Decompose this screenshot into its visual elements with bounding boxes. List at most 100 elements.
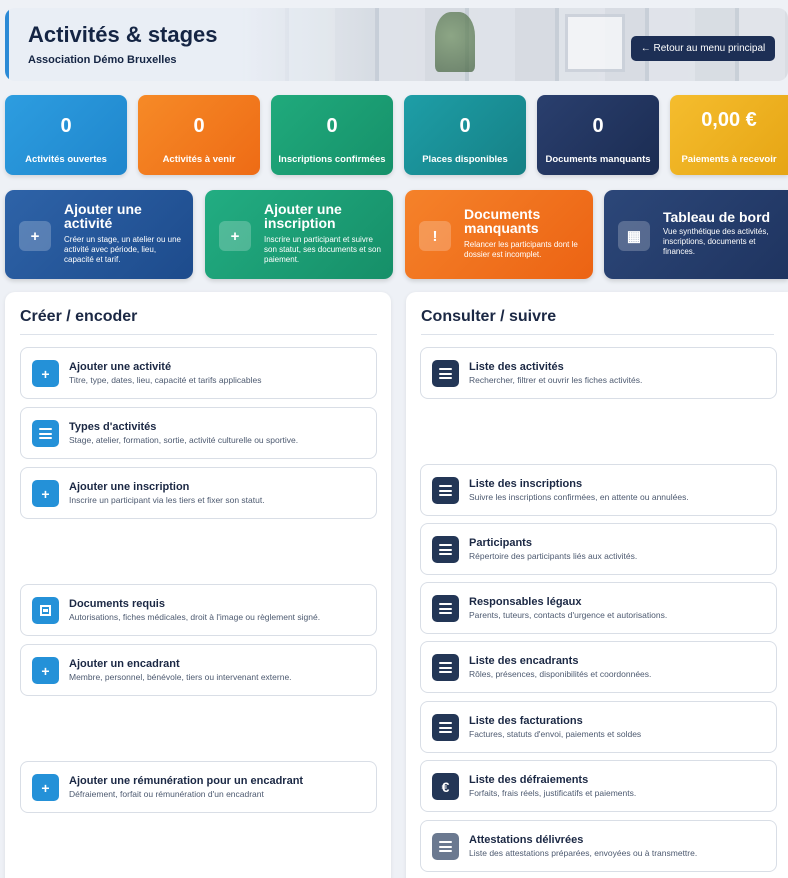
item-description: Parents, tuteurs, contacts d'urgence et …: [469, 610, 668, 620]
consult-item-certificates[interactable]: Attestations délivrées Liste des attesta…: [420, 820, 777, 872]
item-description: Factures, statuts d'envoi, paiements et …: [469, 729, 642, 739]
consult-item-legal-guardians[interactable]: Responsables légaux Parents, tuteurs, co…: [420, 582, 777, 634]
divider: [421, 334, 774, 335]
item-description: Rôles, présences, disponibilités et coor…: [469, 669, 652, 679]
item-title: Liste des encadrants: [469, 655, 579, 667]
item-description: Liste des attestations préparées, envoyé…: [469, 848, 698, 858]
stat-label: Paiements à recevoir: [681, 154, 777, 165]
item-title: Attestations délivrées: [469, 834, 584, 846]
item-title: Liste des facturations: [469, 715, 583, 727]
create-item-activity-types[interactable]: Types d'activités Stage, atelier, format…: [20, 407, 377, 459]
stat-inscriptions-confirmees: 0 Inscriptions confirmées: [271, 95, 393, 175]
header-window-image: [565, 14, 625, 72]
stat-label: Activités ouvertes: [25, 154, 107, 165]
stat-value: 0: [326, 115, 338, 137]
divider: [20, 334, 377, 335]
action-title: Tableau de bord: [663, 209, 771, 225]
consult-panel-heading: Consulter / suivre: [421, 308, 557, 325]
item-title: Participants: [469, 537, 532, 549]
stat-value: 0,00 €: [701, 109, 757, 131]
stat-value: 0: [193, 115, 205, 137]
stat-activites-a-venir: 0 Activités à venir: [138, 95, 260, 175]
create-item-add-activity[interactable]: + Ajouter une activité Titre, type, date…: [20, 347, 377, 399]
create-item-add-supervisor[interactable]: + Ajouter un encadrant Membre, personnel…: [20, 644, 377, 696]
item-description: Suivre les inscriptions confirmées, en a…: [469, 492, 689, 502]
item-description: Répertoire des participants liés aux act…: [469, 551, 638, 561]
action-title: Ajouter une activité: [64, 201, 142, 231]
consult-panel: Consulter / suivre Liste des activités R…: [406, 292, 788, 878]
action-add-registration[interactable]: + Ajouter une inscription Inscrire un pa…: [205, 190, 393, 279]
consult-item-registrations[interactable]: Liste des inscriptions Suivre les inscri…: [420, 464, 777, 516]
plus-icon: +: [19, 221, 51, 251]
consult-item-invoices[interactable]: Liste des facturations Factures, statuts…: [420, 701, 777, 753]
consult-item-expenses[interactable]: € Liste des défraiements Forfaits, frais…: [420, 760, 777, 812]
action-title: Ajouter une inscription: [264, 201, 342, 231]
action-dashboard[interactable]: ▦ Tableau de bord Vue synthétique des ac…: [604, 190, 788, 279]
alert-icon: !: [419, 221, 451, 251]
action-missing-documents[interactable]: ! Documents manquants Relancer les parti…: [405, 190, 593, 279]
plus-icon: +: [32, 774, 59, 801]
item-title: Documents requis: [69, 598, 165, 610]
stat-label: Documents manquants: [545, 154, 651, 165]
item-title: Liste des activités: [469, 361, 564, 373]
grid-icon: ▦: [618, 221, 650, 251]
stat-value: 0: [459, 115, 471, 137]
stat-value: 0: [60, 115, 72, 137]
stat-label: Activités à venir: [162, 154, 236, 165]
item-title: Responsables légaux: [469, 596, 582, 608]
item-description: Autorisations, fiches médicales, droit à…: [69, 612, 321, 622]
create-item-required-documents[interactable]: Documents requis Autorisations, fiches m…: [20, 584, 377, 636]
plus-icon: +: [32, 360, 59, 387]
item-description: Inscrire un participant via les tiers et…: [69, 495, 265, 505]
item-description: Rechercher, filtrer et ouvrir les fiches…: [469, 375, 643, 385]
create-item-add-registration[interactable]: + Ajouter une inscription Inscrire un pa…: [20, 467, 377, 519]
list-icon: [432, 654, 459, 681]
header-plant-image: [435, 12, 475, 72]
document-icon: [32, 597, 59, 624]
action-description: Inscrire un participant et suivre son st…: [264, 235, 381, 264]
item-description: Titre, type, dates, lieu, capacité et ta…: [69, 375, 262, 385]
stat-paiements-a-recevoir: 0,00 € Paiements à recevoir: [670, 95, 788, 175]
action-title: Documents manquants: [464, 206, 541, 236]
item-title: Ajouter une inscription: [69, 481, 190, 493]
list-icon: [32, 420, 59, 447]
list-icon: [432, 595, 459, 622]
consult-item-supervisors[interactable]: Liste des encadrants Rôles, présences, d…: [420, 641, 777, 693]
create-item-add-supervisor-pay[interactable]: + Ajouter une rémunération pour un encad…: [20, 761, 377, 813]
item-title: Ajouter une activité: [69, 361, 172, 373]
item-title: Ajouter une rémunération pour un encadra…: [69, 775, 304, 787]
page-title: Activités & stages: [28, 22, 218, 47]
plus-icon: +: [32, 480, 59, 507]
stat-activites-ouvertes: 0 Activités ouvertes: [5, 95, 127, 175]
item-description: Défraiement, forfait ou rémunération d'u…: [69, 789, 264, 799]
action-description: Créer un stage, un atelier ou une activi…: [64, 235, 181, 264]
item-description: Membre, personnel, bénévole, tiers ou in…: [69, 672, 292, 682]
item-title: Liste des défraiements: [469, 774, 589, 786]
list-icon: [432, 536, 459, 563]
stat-label: Places disponibles: [422, 154, 508, 165]
plus-icon: +: [219, 221, 251, 251]
consult-item-participants[interactable]: Participants Répertoire des participants…: [420, 523, 777, 575]
organization-name: Association Démo Bruxelles: [28, 54, 177, 66]
back-to-main-menu-button[interactable]: ← Retour au menu principal: [631, 36, 775, 61]
header-accent-bar: [5, 8, 9, 81]
stat-label: Inscriptions confirmées: [278, 154, 386, 165]
list-icon: [432, 360, 459, 387]
action-add-activity[interactable]: + Ajouter une activité Créer un stage, u…: [5, 190, 193, 279]
item-title: Types d'activités: [69, 421, 157, 433]
stat-documents-manquants: 0 Documents manquants: [537, 95, 659, 175]
page-header: Activités & stages Association Démo Brux…: [5, 8, 788, 81]
stat-value: 0: [592, 115, 604, 137]
action-description: Relancer les participants dont le dossie…: [464, 240, 578, 259]
create-panel: Créer / encoder + Ajouter une activité T…: [5, 292, 391, 878]
action-description: Vue synthétique des activités, inscripti…: [663, 227, 769, 256]
item-title: Ajouter un encadrant: [69, 658, 180, 670]
list-icon: [432, 477, 459, 504]
list-icon: [432, 833, 459, 860]
item-description: Forfaits, frais réels, justificatifs et …: [469, 788, 637, 798]
item-description: Stage, atelier, formation, sortie, activ…: [69, 435, 299, 445]
item-title: Liste des inscriptions: [469, 478, 583, 490]
euro-icon: €: [432, 773, 459, 800]
stat-places-disponibles: 0 Places disponibles: [404, 95, 526, 175]
consult-item-activities[interactable]: Liste des activités Rechercher, filtrer …: [420, 347, 777, 399]
